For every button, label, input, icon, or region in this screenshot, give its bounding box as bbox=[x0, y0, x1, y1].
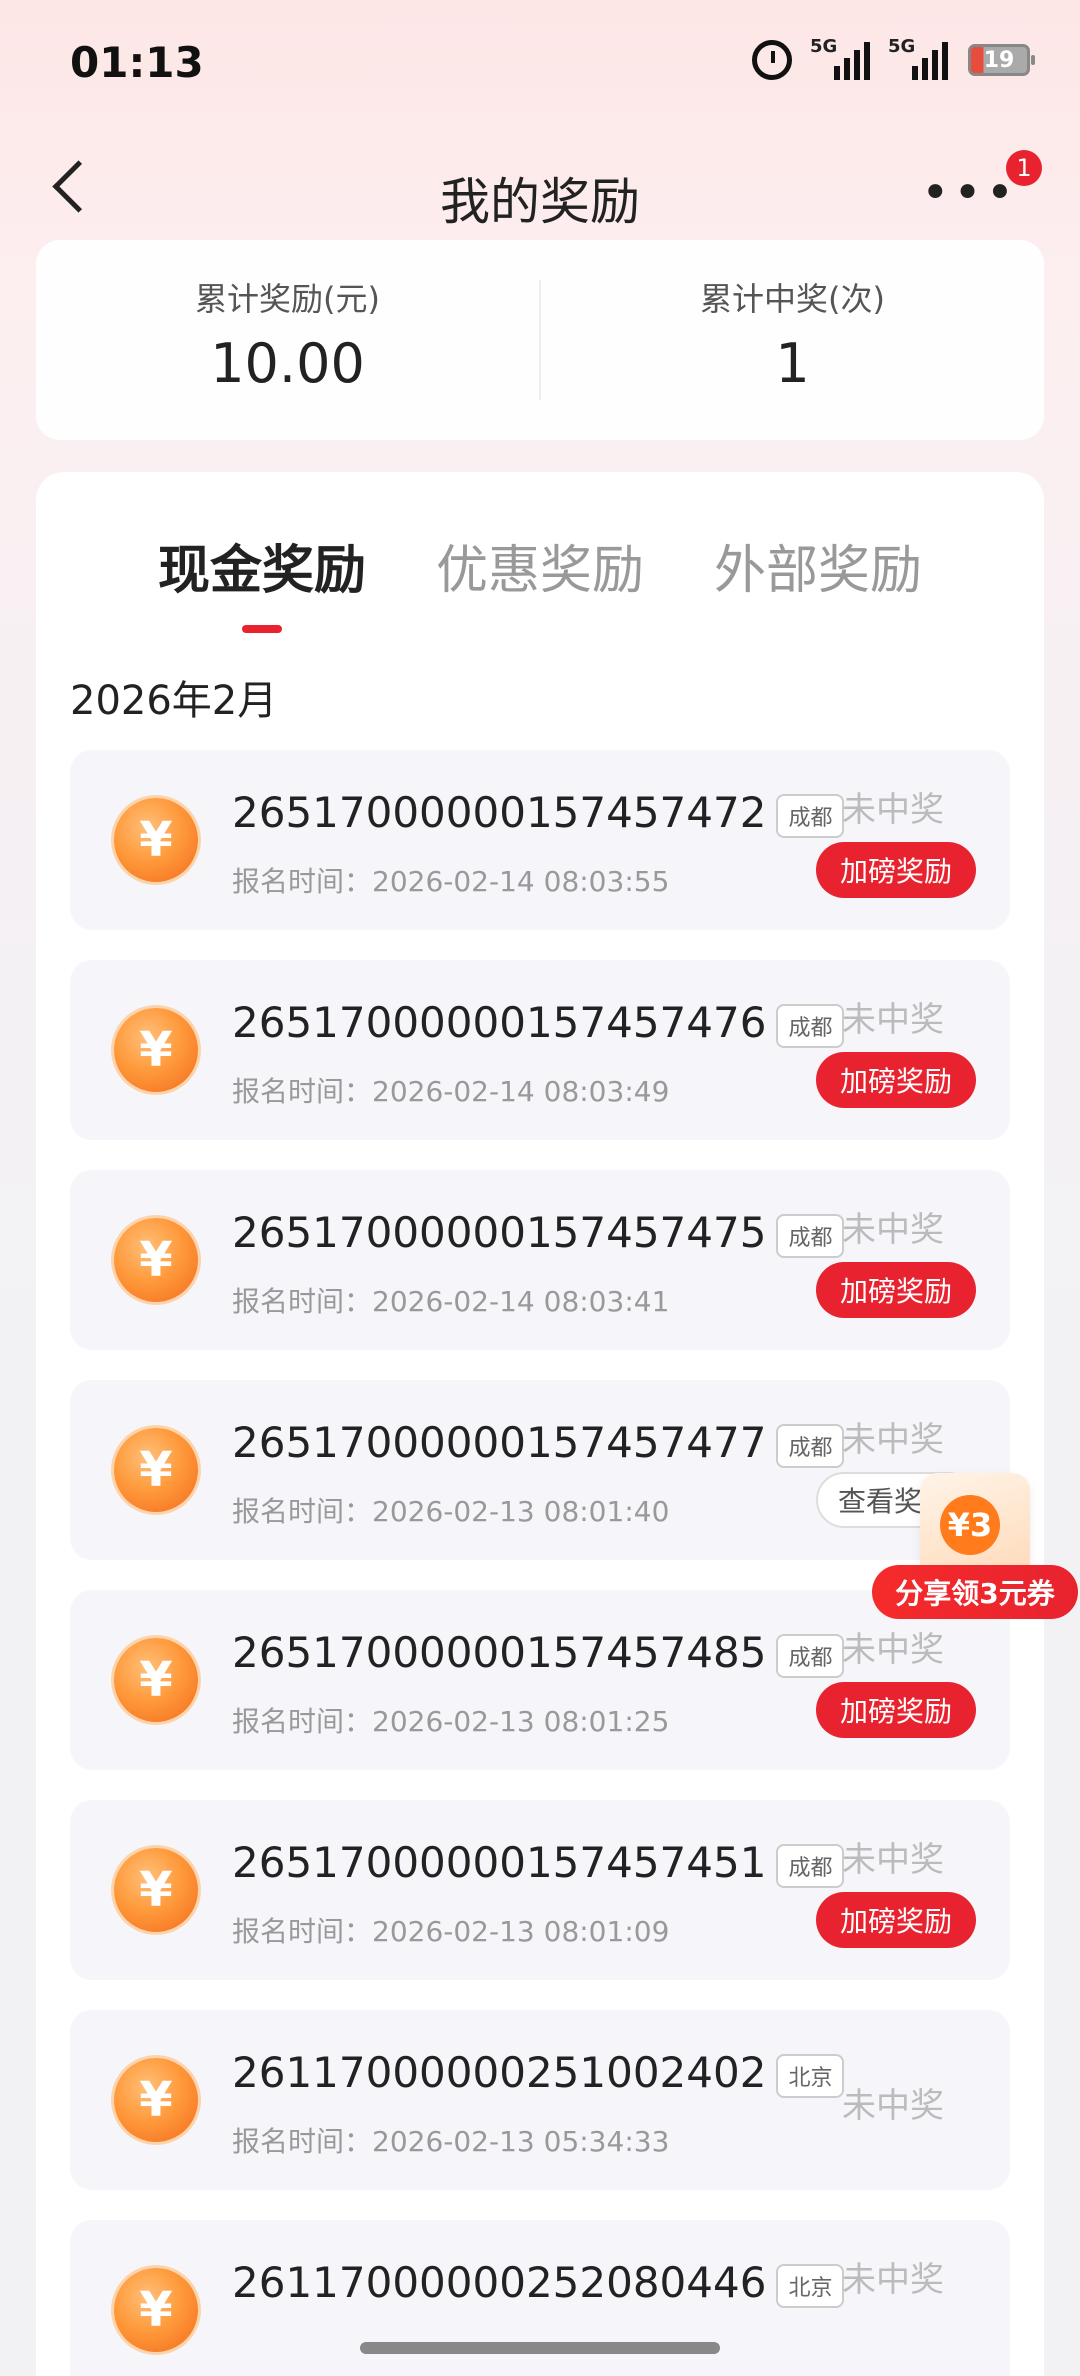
month-header: 2026年2月 bbox=[70, 678, 278, 724]
status-text: 未中奖 bbox=[842, 2260, 944, 2300]
entry-id: 26517000000157457477 成都 bbox=[232, 1418, 845, 1468]
status-bar: 01:13 5G 5G 19 bbox=[0, 0, 1080, 120]
reward-list: ¥ 26517000000157457472 成都 报名时间：2026-02-14… bbox=[70, 750, 1010, 2376]
coin-icon: ¥ bbox=[114, 798, 198, 882]
status-icons: 5G 5G 19 bbox=[752, 36, 1035, 80]
coin-icon: ¥ bbox=[114, 1218, 198, 1302]
total-wins-value: 1 bbox=[775, 332, 810, 395]
coin-icon: ¥ bbox=[114, 1008, 198, 1092]
list-item[interactable]: ¥ 26517000000157457477 成都 报名时间：2026-02-13… bbox=[70, 1380, 1010, 1560]
list-item[interactable]: ¥ 26517000000157457476 成都 报名时间：2026-02-14… bbox=[70, 960, 1010, 1140]
signup-time: 报名时间：2026-02-14 08:03:55 bbox=[232, 865, 670, 898]
signal-icon: 5G bbox=[810, 36, 870, 80]
city-tag: 成都 bbox=[776, 1003, 845, 1048]
notification-badge: 1 bbox=[1006, 150, 1042, 186]
list-item[interactable]: ¥ 26117000000251002402 北京 报名时间：2026-02-13… bbox=[70, 2010, 1010, 2190]
total-reward-label: 累计奖励(元) bbox=[195, 280, 380, 318]
status-text: 未中奖 bbox=[842, 2086, 944, 2126]
tab-discount[interactable]: 优惠奖励 bbox=[436, 528, 644, 603]
signup-time: 报名时间：2026-02-13 08:01:40 bbox=[232, 1495, 670, 1528]
signup-time: 报名时间：2026-02-13 05:34:33 bbox=[232, 2125, 670, 2158]
list-item[interactable]: ¥ 26517000000157457451 成都 报名时间：2026-02-13… bbox=[70, 1800, 1010, 1980]
list-item[interactable]: ¥ 26517000000157457475 成都 报名时间：2026-02-14… bbox=[70, 1170, 1010, 1350]
city-tag: 北京 bbox=[776, 2053, 845, 2098]
page-title: 我的奖励 bbox=[440, 173, 640, 231]
status-text: 未中奖 bbox=[842, 1000, 944, 1040]
coin-icon: ¥ bbox=[114, 1638, 198, 1722]
entry-id: 26517000000157457472 成都 bbox=[232, 788, 845, 838]
nav-bar: 我的奖励 ••• 1 bbox=[0, 150, 1080, 240]
entry-id: 26517000000157457476 成都 bbox=[232, 998, 845, 1048]
total-reward: 累计奖励(元) 10.00 bbox=[36, 240, 539, 440]
total-wins-label: 累计中奖(次) bbox=[700, 280, 885, 318]
entry-id: 26517000000157457451 成都 bbox=[232, 1838, 845, 1888]
city-tag: 成都 bbox=[776, 1423, 845, 1468]
signup-time: 报名时间：2026-02-13 08:01:09 bbox=[232, 1915, 670, 1948]
entry-id-text: 26517000000157457472 bbox=[232, 788, 767, 837]
tab-bar: 现金奖励 优惠奖励 外部奖励 bbox=[36, 528, 1044, 633]
status-text: 未中奖 bbox=[842, 790, 944, 830]
signal-label-2: 5G bbox=[888, 36, 916, 57]
entry-id-text: 26117000000251002402 bbox=[232, 2048, 767, 2097]
share-coupon-widget[interactable]: ¥3 分享领3元券 bbox=[870, 1465, 1080, 1625]
more-icon[interactable]: ••• bbox=[921, 169, 1018, 217]
battery-icon: 19 bbox=[968, 44, 1035, 76]
signal-label: 5G bbox=[810, 36, 838, 57]
entry-id-text: 26517000000157457485 bbox=[232, 1628, 767, 1677]
city-tag: 成都 bbox=[776, 1213, 845, 1258]
bonus-reward-button[interactable]: 加磅奖励 bbox=[816, 1052, 976, 1108]
entry-id-text: 26117000000252080446 bbox=[232, 2258, 767, 2307]
entry-id: 26117000000251002402 北京 bbox=[232, 2048, 845, 2098]
tab-cash[interactable]: 现金奖励 bbox=[158, 528, 366, 633]
entry-id: 26117000000252080446 北京 bbox=[232, 2258, 845, 2308]
entry-id-text: 26517000000157457451 bbox=[232, 1838, 767, 1887]
status-text: 未中奖 bbox=[842, 1420, 944, 1460]
signup-time: 报名时间：2026-02-13 08:01:25 bbox=[232, 1705, 670, 1738]
city-tag: 北京 bbox=[776, 2263, 845, 2308]
tab-external[interactable]: 外部奖励 bbox=[714, 528, 922, 603]
coin-icon: ¥ bbox=[114, 2058, 198, 2142]
bonus-reward-button[interactable]: 加磅奖励 bbox=[816, 1682, 976, 1738]
city-tag: 成都 bbox=[776, 1633, 845, 1678]
coin-icon: ¥ bbox=[114, 2268, 198, 2352]
city-tag: 成都 bbox=[776, 1843, 845, 1888]
status-text: 未中奖 bbox=[842, 1210, 944, 1250]
entry-id: 26517000000157457485 成都 bbox=[232, 1628, 845, 1678]
list-item[interactable]: ¥ 26517000000157457472 成都 报名时间：2026-02-14… bbox=[70, 750, 1010, 930]
home-indicator[interactable] bbox=[360, 2342, 720, 2354]
city-tag: 成都 bbox=[776, 793, 845, 838]
rewards-panel: 现金奖励 优惠奖励 外部奖励 2026年2月 ¥ 265170000001574… bbox=[36, 472, 1044, 2376]
signup-time: 报名时间：2026-02-14 08:03:41 bbox=[232, 1285, 670, 1318]
total-wins: 累计中奖(次) 1 bbox=[541, 240, 1044, 440]
coupon-coin-icon: ¥3 bbox=[940, 1495, 1000, 1555]
list-item[interactable]: ¥ 26517000000157457485 成都 报名时间：2026-02-13… bbox=[70, 1590, 1010, 1770]
bonus-reward-button[interactable]: 加磅奖励 bbox=[816, 1892, 976, 1948]
status-text: 未中奖 bbox=[842, 1840, 944, 1880]
signup-time: 报名时间：2026-02-14 08:03:49 bbox=[232, 1075, 670, 1108]
coin-icon: ¥ bbox=[114, 1428, 198, 1512]
entry-id-text: 26517000000157457477 bbox=[232, 1418, 767, 1467]
alarm-icon bbox=[752, 40, 792, 80]
entry-id-text: 26517000000157457476 bbox=[232, 998, 767, 1047]
entry-id: 26517000000157457475 成都 bbox=[232, 1208, 845, 1258]
total-reward-value: 10.00 bbox=[210, 332, 365, 395]
entry-id-text: 26517000000157457475 bbox=[232, 1208, 767, 1257]
bonus-reward-button[interactable]: 加磅奖励 bbox=[816, 1262, 976, 1318]
status-text: 未中奖 bbox=[842, 1630, 944, 1670]
summary-card: 累计奖励(元) 10.00 累计中奖(次) 1 bbox=[36, 240, 1044, 440]
status-time: 01:13 bbox=[70, 38, 204, 87]
coin-icon: ¥ bbox=[114, 1848, 198, 1932]
share-coupon-label: 分享领3元券 bbox=[872, 1565, 1078, 1619]
bonus-reward-button[interactable]: 加磅奖励 bbox=[816, 842, 976, 898]
signal-icon-2: 5G bbox=[888, 36, 948, 80]
